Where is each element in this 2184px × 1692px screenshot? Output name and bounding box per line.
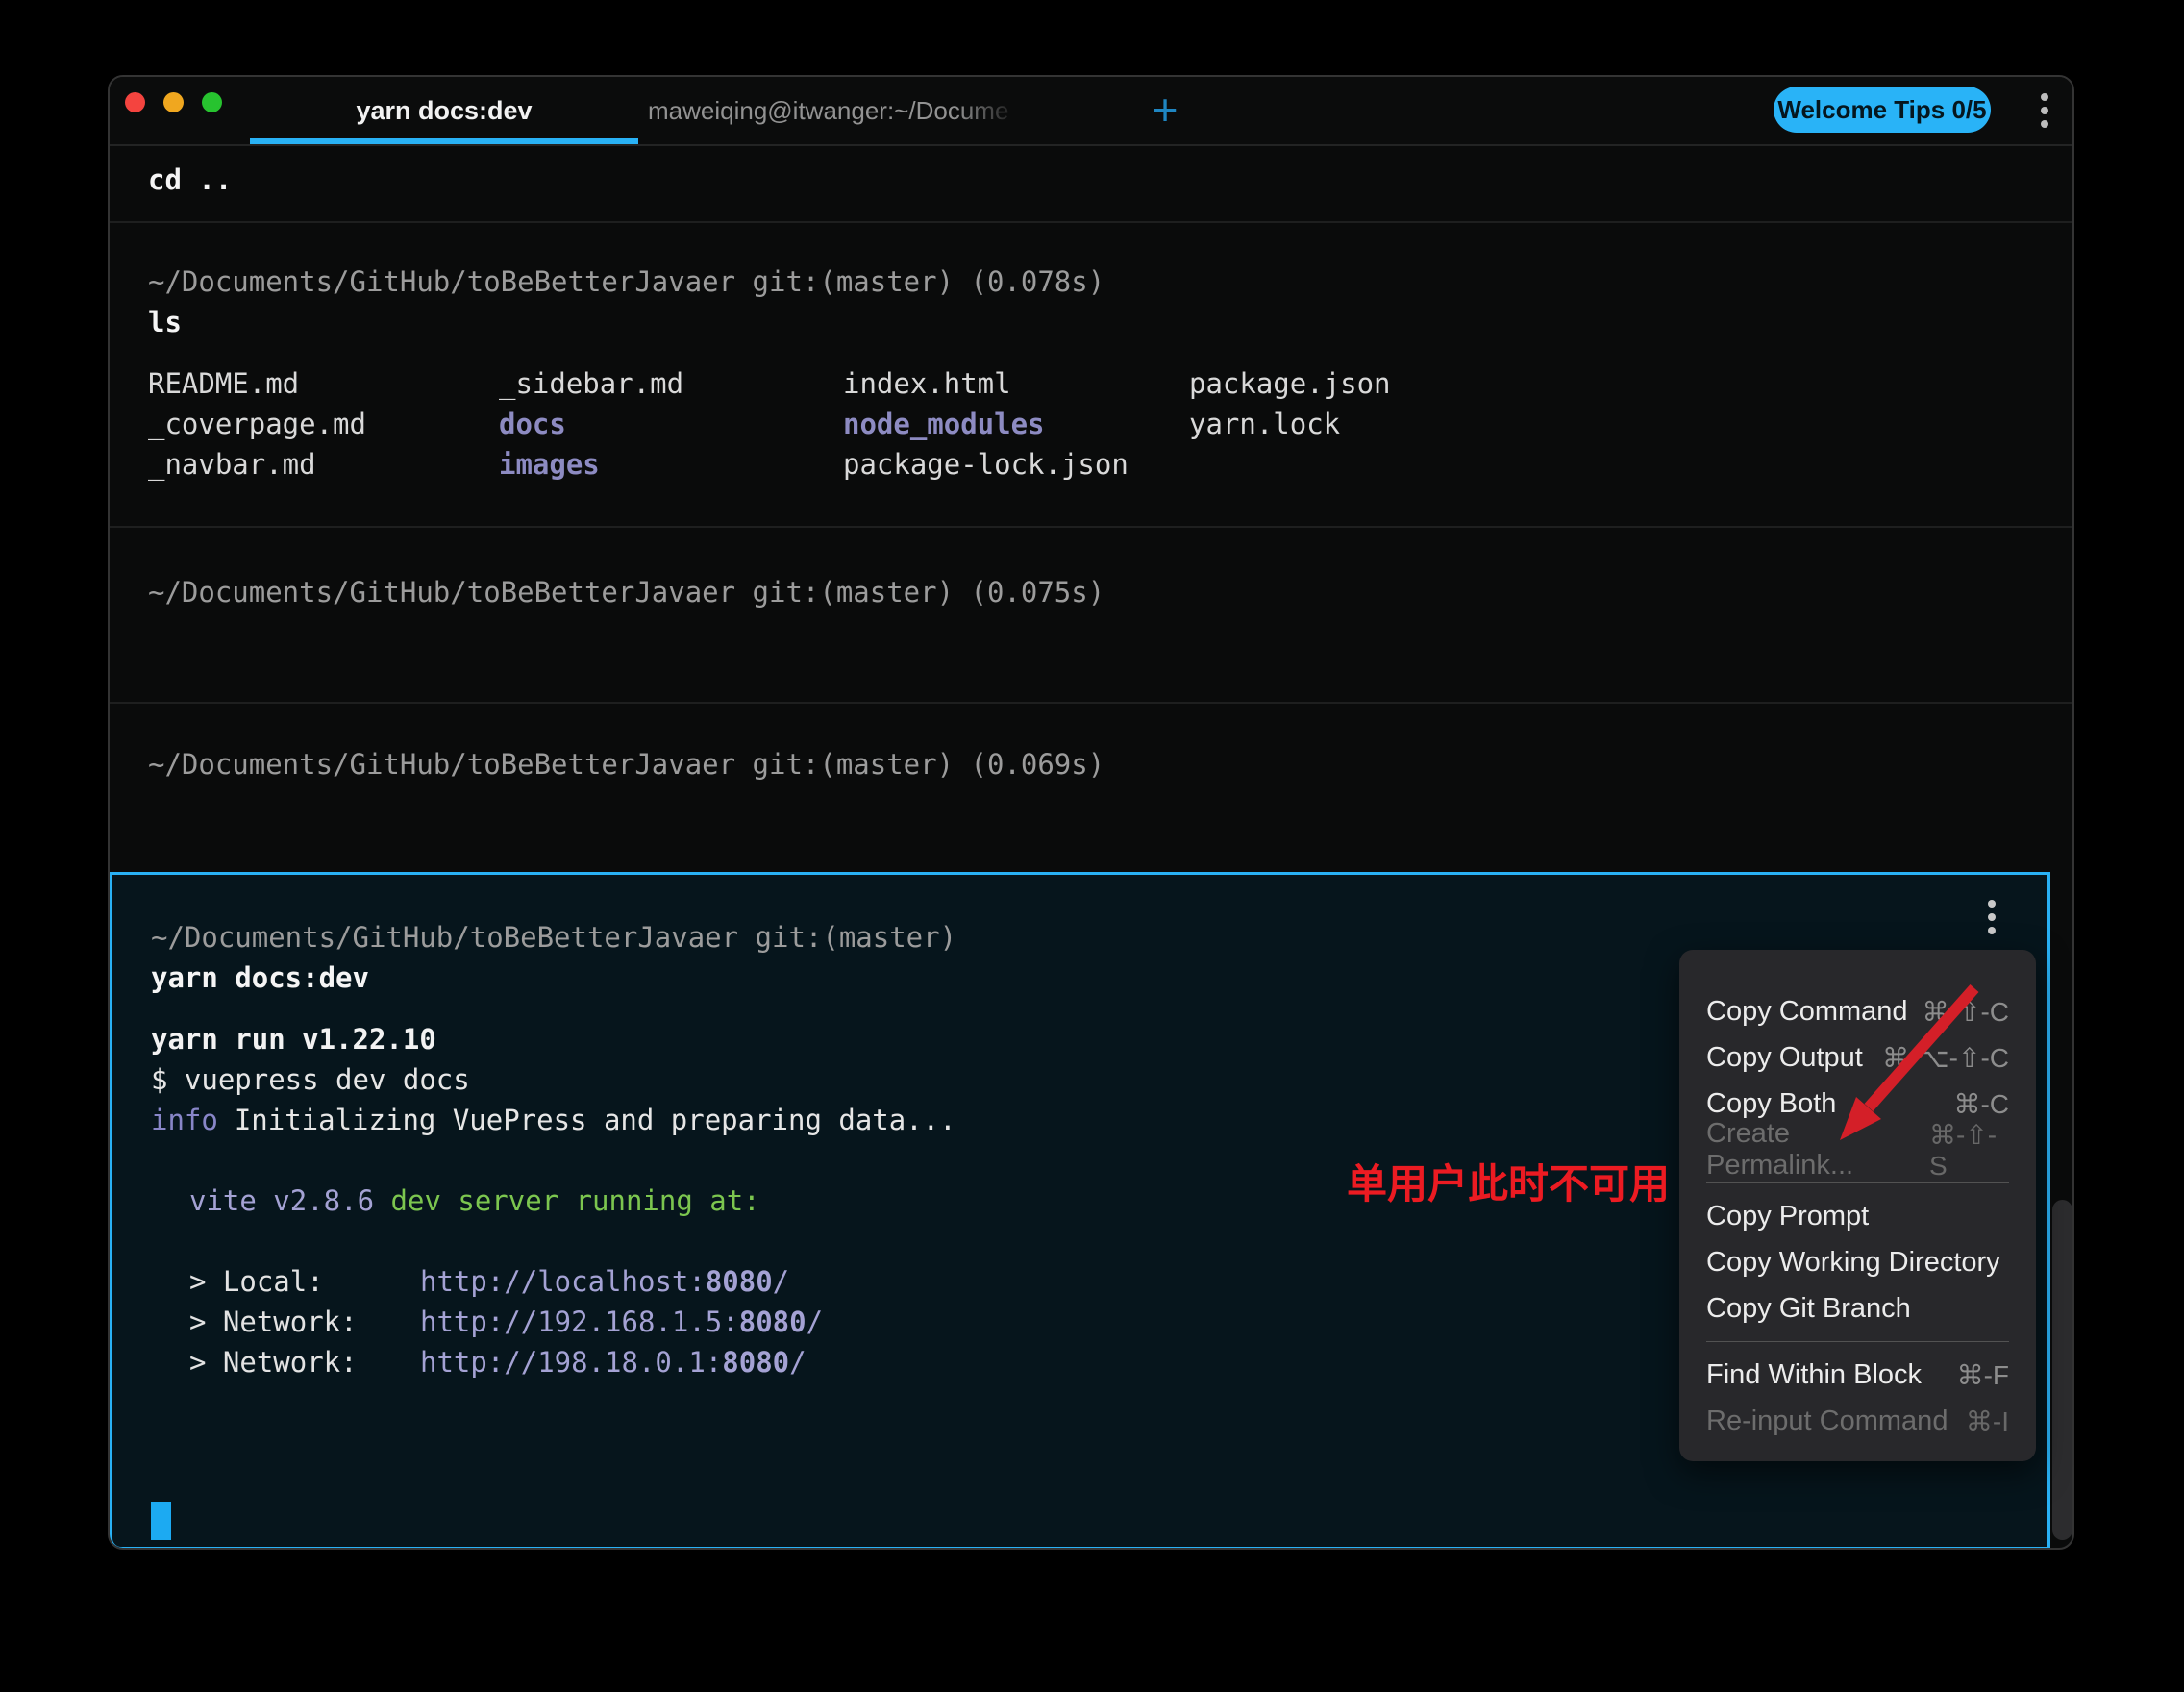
menu-item-find-within-block[interactable]: Find Within Block ⌘-F bbox=[1679, 1352, 2036, 1398]
prompt-line: ~/Documents/GitHub/toBeBetterJavaer git:… bbox=[148, 261, 2072, 302]
terminal-cursor bbox=[151, 1502, 171, 1540]
welcome-tips-button[interactable]: Welcome Tips 0/5 bbox=[1774, 87, 1991, 133]
annotation-arrow-icon bbox=[1807, 969, 1999, 1161]
file-name: package.json bbox=[1189, 363, 1391, 404]
info-text: Initializing VuePress and preparing data… bbox=[235, 1104, 956, 1136]
server-port: 8080 bbox=[739, 1306, 807, 1338]
server-label: > Local: bbox=[189, 1261, 420, 1302]
info-tag: info bbox=[151, 1104, 218, 1136]
annotation-text: 单用户此时不可用 bbox=[1347, 1152, 1670, 1210]
block-menu-kebab-icon[interactable] bbox=[1980, 900, 2003, 934]
new-tab-button[interactable]: + bbox=[1140, 77, 1190, 142]
menu-item-reinput-command: Re-input Command ⌘-I bbox=[1679, 1398, 2036, 1444]
file-name: yarn.lock bbox=[1189, 404, 1340, 444]
vertical-scrollbar-thumb[interactable] bbox=[2052, 1200, 2072, 1540]
file-name: _coverpage.md bbox=[148, 404, 499, 444]
zoom-window-button[interactable] bbox=[202, 92, 222, 112]
file-name: _navbar.md bbox=[148, 444, 499, 485]
shortcut-label: ⌘-F bbox=[1957, 1359, 2009, 1391]
menu-divider bbox=[1706, 1182, 2009, 1183]
menu-divider bbox=[1706, 1341, 2009, 1342]
file-name: package-lock.json bbox=[843, 444, 1189, 485]
vite-version: vite v2.8.6 bbox=[189, 1184, 374, 1217]
server-label: > Network: bbox=[189, 1302, 420, 1342]
server-label: > Network: bbox=[189, 1342, 420, 1382]
file-name: index.html bbox=[843, 363, 1189, 404]
ls-output-row: _coverpage.md docs node_modules yarn.loc… bbox=[148, 404, 2072, 444]
active-tab-underline bbox=[250, 138, 638, 144]
file-name: _sidebar.md bbox=[499, 363, 843, 404]
plus-icon: + bbox=[1153, 84, 1179, 136]
vite-status: dev server running at: bbox=[391, 1184, 760, 1217]
directory-name: docs bbox=[499, 404, 843, 444]
file-name: README.md bbox=[148, 363, 499, 404]
tab-yarn-docs-dev[interactable]: yarn docs:dev bbox=[250, 77, 638, 144]
command-text: cd .. bbox=[148, 160, 2072, 200]
menu-item-copy-git-branch[interactable]: Copy Git Branch bbox=[1679, 1285, 2036, 1331]
command-block-cd[interactable]: cd .. bbox=[110, 146, 2072, 223]
command-block-empty-2[interactable]: ~/Documents/GitHub/toBeBetterJavaer git:… bbox=[110, 704, 2072, 872]
server-port: 8080 bbox=[706, 1265, 773, 1298]
command-block-ls[interactable]: ~/Documents/GitHub/toBeBetterJavaer git:… bbox=[110, 223, 2072, 528]
tab-bar: yarn docs:dev maweiqing@itwanger:~/Docum… bbox=[110, 77, 2072, 146]
prompt-line: ~/Documents/GitHub/toBeBetterJavaer git:… bbox=[148, 572, 2072, 612]
command-text: ls bbox=[148, 302, 2072, 342]
close-window-button[interactable] bbox=[125, 92, 145, 112]
welcome-tips-label: Welcome Tips 0/5 bbox=[1777, 95, 1986, 125]
window-menu-kebab-icon[interactable] bbox=[2027, 88, 2062, 133]
menu-item-copy-working-directory[interactable]: Copy Working Directory bbox=[1679, 1239, 2036, 1285]
tab-label-fade bbox=[956, 77, 1032, 142]
server-port: 8080 bbox=[722, 1346, 789, 1379]
prompt-line: ~/Documents/GitHub/toBeBetterJavaer git:… bbox=[148, 744, 2072, 784]
shortcut-label: ⌘-I bbox=[1966, 1406, 2009, 1437]
menu-item-copy-prompt[interactable]: Copy Prompt bbox=[1679, 1193, 2036, 1239]
traffic-lights bbox=[125, 92, 222, 112]
tab-label: yarn docs:dev bbox=[356, 96, 532, 126]
ls-output-row: README.md _sidebar.md index.html package… bbox=[148, 363, 2072, 404]
server-url[interactable]: http://localhost:8080/ bbox=[420, 1261, 789, 1302]
directory-name: images bbox=[499, 444, 843, 485]
command-block-empty-1[interactable]: ~/Documents/GitHub/toBeBetterJavaer git:… bbox=[110, 528, 2072, 704]
server-url[interactable]: http://198.18.0.1:8080/ bbox=[420, 1342, 807, 1382]
minimize-window-button[interactable] bbox=[163, 92, 184, 112]
server-url[interactable]: http://192.168.1.5:8080/ bbox=[420, 1302, 823, 1342]
directory-name: node_modules bbox=[843, 404, 1189, 444]
ls-output-row: _navbar.md images package-lock.json bbox=[148, 444, 2072, 485]
